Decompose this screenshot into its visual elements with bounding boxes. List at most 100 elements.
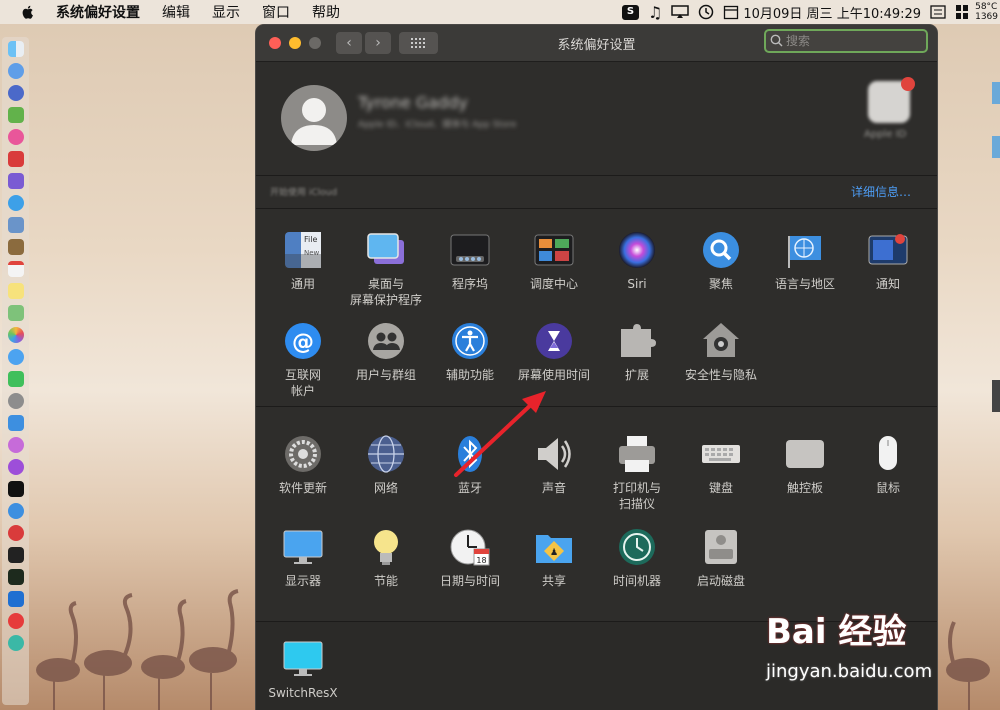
pane-sharing[interactable]: ♟ 共享 bbox=[509, 527, 599, 589]
back-button[interactable]: ‹ bbox=[336, 32, 362, 54]
menu-edit[interactable]: 编辑 bbox=[162, 2, 190, 22]
airplay-display-icon[interactable] bbox=[671, 5, 690, 19]
time-machine-status-icon[interactable] bbox=[698, 4, 714, 20]
pane-accessibility[interactable]: 辅助功能 bbox=[425, 321, 515, 383]
music-icon[interactable]: ♫ bbox=[648, 3, 662, 22]
pane-users-groups[interactable]: 用户与群组 bbox=[341, 321, 431, 383]
vpn-app-icon[interactable] bbox=[8, 591, 24, 607]
pane-startup-disk[interactable]: 启动磁盘 bbox=[676, 527, 766, 589]
calendar-status-icon[interactable] bbox=[723, 4, 739, 20]
photos-icon[interactable] bbox=[8, 327, 24, 343]
accessibility-icon bbox=[450, 321, 490, 361]
zoom-button[interactable] bbox=[309, 37, 321, 49]
apple-tv-icon[interactable] bbox=[8, 481, 24, 497]
file-icon[interactable] bbox=[992, 380, 1000, 412]
user-avatar[interactable] bbox=[281, 85, 347, 151]
activity-monitor-icon[interactable] bbox=[8, 569, 24, 585]
finder-icon[interactable] bbox=[8, 41, 24, 57]
pane-displays[interactable]: 显示器 bbox=[258, 527, 348, 589]
stickies-icon[interactable] bbox=[8, 283, 24, 299]
notifications-icon bbox=[868, 230, 908, 270]
pane-screen-time[interactable]: 屏幕使用时间 bbox=[509, 321, 599, 383]
control-strip-icon[interactable] bbox=[930, 5, 946, 19]
pane-notifications[interactable]: 通知 bbox=[843, 230, 933, 292]
apple-id-label[interactable]: Apple ID bbox=[864, 129, 906, 140]
safari-icon[interactable] bbox=[8, 195, 24, 211]
user-subtitle: Apple ID、iCloud、媒体与 App Store bbox=[358, 120, 517, 130]
launchpad-icon[interactable] bbox=[8, 63, 24, 79]
pane-general[interactable]: File New 通用 bbox=[258, 230, 348, 292]
app-store-icon[interactable] bbox=[8, 503, 24, 519]
teal-app-icon[interactable] bbox=[8, 635, 24, 651]
details-link[interactable]: 详细信息… bbox=[851, 183, 911, 200]
browser-app-icon[interactable] bbox=[8, 129, 24, 145]
pane-date-time[interactable]: 18 日期与时间 bbox=[425, 527, 515, 589]
podcasts-icon[interactable] bbox=[8, 459, 24, 475]
pane-language-region[interactable]: 语言与地区 bbox=[760, 230, 850, 292]
red-app-icon[interactable] bbox=[8, 151, 24, 167]
minimize-button[interactable] bbox=[289, 37, 301, 49]
pane-keyboard[interactable]: 键盘 bbox=[676, 434, 766, 496]
extension-status-icon[interactable] bbox=[955, 4, 969, 20]
itunes-icon[interactable] bbox=[8, 437, 24, 453]
terminal-icon[interactable] bbox=[8, 547, 24, 563]
energy-saver-icon bbox=[366, 527, 406, 567]
mission-control-icon bbox=[534, 230, 574, 270]
vivaldi-icon[interactable] bbox=[8, 525, 24, 541]
notebook-app-icon[interactable] bbox=[8, 239, 24, 255]
status-area: S ♫ 10月09日 周三 上午10:49:29 58°C 1369 bbox=[613, 0, 1000, 24]
preview-icon[interactable] bbox=[8, 217, 24, 233]
pane-desktop-screensaver[interactable]: 桌面与 屏幕保护程序 bbox=[341, 230, 431, 308]
pane-software-update[interactable]: 软件更新 bbox=[258, 434, 348, 496]
airdrop-app-icon[interactable] bbox=[8, 415, 24, 431]
pane-internet-accounts[interactable]: @ 互联网 帐户 bbox=[258, 321, 348, 399]
rocket-app-icon[interactable] bbox=[8, 85, 24, 101]
language-region-icon bbox=[785, 230, 825, 270]
svg-text:New: New bbox=[304, 249, 320, 257]
pane-time-machine[interactable]: 时间机器 bbox=[592, 527, 682, 589]
pane-siri[interactable]: Siri bbox=[592, 230, 682, 292]
android-app-icon[interactable] bbox=[8, 107, 24, 123]
pane-mission-control[interactable]: 调度中心 bbox=[509, 230, 599, 292]
security-privacy-icon bbox=[701, 321, 741, 361]
notes-app-icon[interactable] bbox=[8, 173, 24, 189]
search-input[interactable] bbox=[786, 32, 921, 50]
pane-extensions[interactable]: 扩展 bbox=[592, 321, 682, 383]
apple-menu-icon[interactable] bbox=[20, 4, 36, 20]
show-all-button[interactable] bbox=[399, 32, 438, 54]
messages-icon[interactable] bbox=[8, 349, 24, 365]
wechat-icon[interactable] bbox=[8, 371, 24, 387]
pane-spotlight[interactable]: 聚焦 bbox=[676, 230, 766, 292]
pane-security-privacy[interactable]: 安全性与隐私 bbox=[676, 321, 766, 383]
menu-window[interactable]: 窗口 bbox=[262, 2, 290, 22]
maps-icon[interactable] bbox=[8, 305, 24, 321]
calendar-app-icon[interactable] bbox=[8, 261, 24, 277]
input-method-icon[interactable]: S bbox=[622, 4, 639, 20]
users-groups-icon bbox=[366, 321, 406, 361]
menu-app-name[interactable]: 系统偏好设置 bbox=[56, 2, 140, 22]
watermark-brand: Bai 经验 bbox=[766, 612, 907, 652]
system-preferences-dock-icon[interactable] bbox=[8, 393, 24, 409]
folder-icon[interactable] bbox=[992, 136, 1000, 158]
pane-label: 用户与群组 bbox=[355, 368, 416, 382]
search-field[interactable] bbox=[764, 29, 928, 53]
forward-button[interactable]: › bbox=[365, 32, 391, 54]
pane-printers-scanners[interactable]: 打印机与 扫描仪 bbox=[592, 434, 682, 512]
clock-text[interactable]: 10月09日 周三 上午10:49:29 bbox=[743, 3, 921, 22]
pane-label: 语言与地区 bbox=[774, 277, 835, 291]
pane-energy-saver[interactable]: 节能 bbox=[341, 527, 431, 589]
pane-label: 调度中心 bbox=[529, 277, 578, 291]
menu-view[interactable]: 显示 bbox=[212, 2, 240, 22]
pane-network[interactable]: 网络 bbox=[341, 434, 431, 496]
pane-switchresx[interactable]: SwitchResX bbox=[258, 639, 348, 701]
pane-label: 通知 bbox=[875, 277, 900, 291]
pane-trackpad[interactable]: 触控板 bbox=[760, 434, 850, 496]
pane-dock[interactable]: 程序坞 bbox=[425, 230, 515, 292]
folder-icon[interactable] bbox=[992, 82, 1000, 104]
close-button[interactable] bbox=[269, 37, 281, 49]
yandex-icon[interactable] bbox=[8, 613, 24, 629]
pane-mouse[interactable]: 鼠标 bbox=[843, 434, 933, 496]
menu-help[interactable]: 帮助 bbox=[312, 2, 340, 22]
cpu-temp-readout[interactable]: 58°C 1369 bbox=[975, 2, 998, 22]
pane-label: Siri bbox=[627, 277, 647, 291]
